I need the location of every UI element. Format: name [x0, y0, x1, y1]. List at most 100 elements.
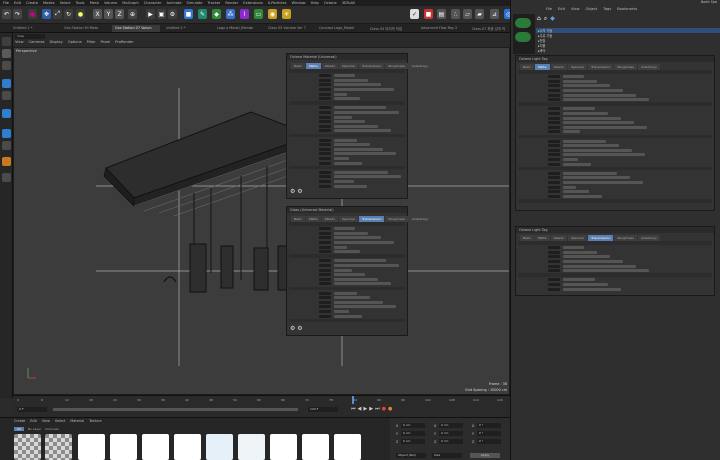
param-field[interactable] [319, 263, 331, 267]
param-field[interactable] [319, 143, 331, 147]
param-slider[interactable] [334, 231, 368, 235]
soft-selection-icon[interactable] [2, 157, 11, 166]
material-swatch[interactable] [78, 434, 105, 460]
param-row[interactable] [518, 246, 712, 250]
param-row[interactable] [518, 75, 712, 79]
param-field[interactable] [319, 300, 331, 304]
param-slider[interactable] [334, 309, 349, 313]
filter-default[interactable]: Unknown [45, 427, 59, 431]
param-slider[interactable] [563, 269, 649, 273]
param-field[interactable] [319, 240, 331, 244]
material-menu-item[interactable]: Material [70, 419, 84, 423]
go-start-icon[interactable]: ⏮ [351, 406, 356, 412]
param-field[interactable] [548, 287, 560, 291]
material-swatch[interactable] [206, 434, 233, 460]
param-row[interactable] [518, 107, 712, 111]
param-row[interactable] [289, 143, 405, 147]
param-field[interactable] [548, 93, 560, 97]
coord-field[interactable]: 0 cm [401, 431, 425, 436]
param-field[interactable] [548, 139, 560, 143]
search-icon[interactable]: ⌕ [544, 15, 547, 23]
menu-item[interactable]: Tools [76, 1, 85, 5]
object-row[interactable]: ▸ 바닥 [536, 48, 720, 54]
layout-label[interactable]: Node Spa [701, 0, 717, 4]
param-slider[interactable] [334, 282, 391, 286]
param-row[interactable] [518, 139, 712, 143]
param-slider[interactable] [563, 185, 576, 189]
octane-render-icon[interactable] [515, 32, 531, 42]
param-field[interactable] [548, 125, 560, 129]
subdivision-icon[interactable]: ◆ [212, 9, 221, 19]
param-field[interactable] [319, 110, 331, 114]
menu-item[interactable]: Window [291, 1, 305, 5]
record-key-icon[interactable]: ● [382, 406, 386, 412]
autokey-icon[interactable]: ● [388, 406, 392, 412]
last-tool-icon[interactable]: ● [76, 9, 85, 19]
param-row[interactable] [518, 194, 712, 198]
param-field[interactable] [319, 184, 331, 188]
size-mode-select[interactable]: Size [432, 453, 462, 458]
param-slider[interactable] [563, 180, 643, 184]
param-field[interactable] [548, 250, 560, 254]
param-row[interactable] [289, 250, 405, 254]
param-slider[interactable] [563, 287, 621, 291]
param-slider[interactable] [334, 152, 396, 156]
timeline[interactable]: 0 6 12 18 24 30 36 42 48 54 60 66 72 78 84 90 96 102 108 11… [13, 395, 510, 417]
param-slider[interactable] [334, 92, 347, 96]
undo-icon[interactable]: ↶ [2, 9, 11, 19]
material-menu-item[interactable]: Select [55, 419, 65, 423]
document-tab[interactable]: Untitled 2 * [163, 25, 211, 32]
filter-no-layer[interactable]: No Layer [28, 427, 41, 431]
param-row[interactable] [289, 147, 405, 151]
object-menu-item[interactable]: Edit [558, 7, 565, 11]
param-field[interactable] [548, 107, 560, 111]
param-row[interactable] [518, 264, 712, 268]
param-row[interactable] [289, 138, 405, 142]
menu-item[interactable]: Modes [43, 1, 55, 5]
render-view-icon[interactable]: ▶ [146, 9, 155, 19]
menu-item[interactable]: Mesh [90, 1, 99, 5]
menu-item[interactable]: Animate [166, 1, 181, 5]
menu-item[interactable]: Extensions [243, 1, 263, 5]
rotate-icon[interactable]: ↻ [64, 9, 73, 19]
range-slider[interactable] [53, 408, 298, 411]
param-field[interactable] [319, 124, 331, 128]
param-field[interactable] [319, 236, 331, 240]
param-row[interactable] [289, 277, 405, 281]
material-swatch[interactable] [14, 434, 41, 460]
param-section-header[interactable] [289, 318, 405, 323]
param-field[interactable] [548, 144, 560, 148]
workplane-icon[interactable] [2, 61, 11, 70]
param-row[interactable] [518, 162, 712, 166]
param-row[interactable] [289, 259, 405, 263]
param-slider[interactable] [563, 157, 578, 161]
document-tab[interactable]: Advanced Flow Ray 2 [418, 25, 466, 32]
material-swatch[interactable] [45, 434, 72, 460]
panel-2-settings-icon[interactable]: ⚙ ⚙ [290, 325, 303, 332]
coord-field[interactable]: 0 ° [477, 431, 501, 436]
param-field[interactable] [548, 162, 560, 166]
param-slider[interactable] [334, 83, 381, 87]
viewport-menu-item[interactable]: Filter [87, 40, 96, 44]
param-slider[interactable] [563, 144, 619, 148]
snap-icon[interactable]: ⊿ [490, 9, 499, 19]
param-slider[interactable] [563, 259, 623, 263]
param-slider[interactable] [334, 78, 368, 82]
coord-field[interactable]: 0 ° [477, 423, 501, 428]
param-row[interactable] [518, 278, 712, 282]
param-row[interactable] [518, 241, 712, 245]
param-row[interactable] [289, 78, 405, 82]
param-section-header[interactable] [289, 133, 405, 138]
param-slider[interactable] [563, 98, 649, 102]
cube-icon[interactable]: ■ [184, 9, 193, 19]
param-field[interactable] [319, 273, 331, 277]
param-field[interactable] [548, 185, 560, 189]
param-row[interactable] [289, 236, 405, 240]
axis-z-icon[interactable]: Z [115, 9, 124, 19]
param-section-header[interactable] [518, 273, 712, 277]
points-mode-icon[interactable]: ∴ [451, 9, 460, 19]
param-slider[interactable] [334, 147, 383, 151]
param-field[interactable] [548, 190, 560, 194]
param-field[interactable] [548, 246, 560, 250]
param-section-header[interactable] [518, 199, 712, 203]
